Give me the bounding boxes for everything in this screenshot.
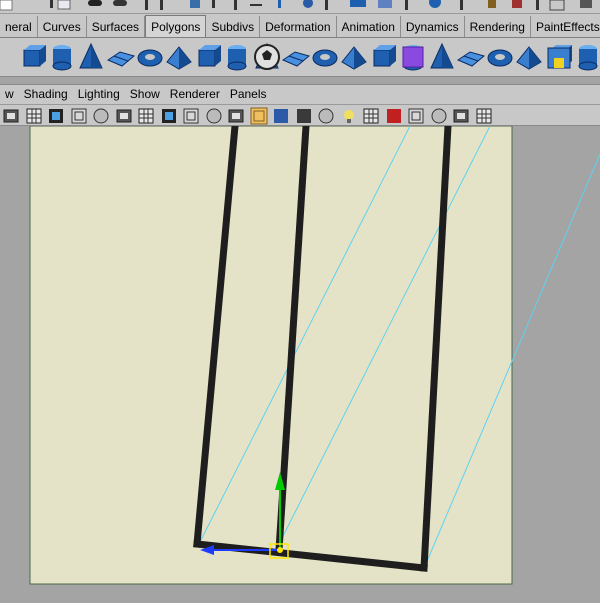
image-plane-icon[interactable]: [70, 107, 88, 125]
grid-icon[interactable]: [92, 107, 110, 125]
panel-menu-panels[interactable]: Panels: [225, 85, 272, 104]
panel-menu-shading[interactable]: Shading: [19, 85, 73, 104]
poly-cone-icon[interactable]: [76, 42, 106, 72]
default-lighting-icon[interactable]: [340, 107, 358, 125]
poly-pyramid-icon[interactable]: [164, 42, 194, 72]
panel-menu-renderer[interactable]: Renderer: [165, 85, 225, 104]
poly-soccer-ball-icon[interactable]: [252, 42, 282, 72]
poly-uv-icon[interactable]: [544, 42, 574, 72]
snapshot-icon[interactable]: [475, 107, 493, 125]
poly-append-icon[interactable]: [456, 42, 486, 72]
top-toolbar-strip[interactable]: [0, 0, 600, 14]
shelf-tab-painteffects[interactable]: PaintEffects: [530, 16, 600, 37]
poly-bevel-icon[interactable]: [398, 42, 428, 72]
grid-toggle-icon[interactable]: [452, 107, 470, 125]
poly-split-icon[interactable]: [485, 42, 515, 72]
wireframe-icon[interactable]: [250, 107, 268, 125]
panel-menu-lighting[interactable]: Lighting: [73, 85, 125, 104]
shelf-tab-rendering[interactable]: Rendering: [464, 16, 531, 37]
perspective-viewport[interactable]: [0, 122, 600, 600]
poly-sculpt-icon[interactable]: [573, 42, 600, 72]
field-chart-icon[interactable]: [182, 107, 200, 125]
poly-plane-icon[interactable]: [106, 42, 136, 72]
safe-title-icon[interactable]: [227, 107, 245, 125]
gate-mask-icon[interactable]: [160, 107, 178, 125]
poly-triangulate-icon[interactable]: [368, 42, 398, 72]
all-lights-icon[interactable]: [362, 107, 380, 125]
poly-separate-icon[interactable]: [310, 42, 340, 72]
shelf-tab-deformation[interactable]: Deformation: [260, 16, 337, 37]
panel-toolbar: [0, 104, 600, 126]
status-line-icons[interactable]: [0, 0, 600, 14]
poly-extrude-icon[interactable]: [427, 42, 457, 72]
shelf-tab-surfaces[interactable]: Surfaces: [86, 16, 146, 37]
poly-pipe-icon[interactable]: [193, 42, 223, 72]
polygons-shelf: [0, 38, 600, 77]
shelf-tab-curves[interactable]: Curves: [37, 16, 87, 37]
poly-combine-icon[interactable]: [281, 42, 311, 72]
select-camera-icon[interactable]: [2, 107, 20, 125]
shelf-tab-animation[interactable]: Animation: [336, 16, 401, 37]
poly-helix-icon[interactable]: [222, 42, 252, 72]
safe-action-icon[interactable]: [205, 107, 223, 125]
shelf-tab-dynamics[interactable]: Dynamics: [400, 16, 465, 37]
poly-torus-icon[interactable]: [135, 42, 165, 72]
panel-menu-bar: w Shading Lighting Show Renderer Panels: [0, 84, 600, 104]
shelf-tab-subdivs[interactable]: Subdivs: [206, 16, 261, 37]
resolution-gate-icon[interactable]: [137, 107, 155, 125]
bookmark-icon[interactable]: [47, 107, 65, 125]
image-plane: [29, 125, 513, 585]
shelf-tab-bar: neral Curves Surfaces Polygons Subdivs Deform…: [0, 14, 600, 38]
poly-cube-icon[interactable]: [18, 42, 48, 72]
poly-cut-faces-icon[interactable]: [514, 42, 544, 72]
shelf-tab-polygons[interactable]: Polygons: [145, 15, 207, 37]
poly-cylinder-icon[interactable]: [47, 42, 77, 72]
flat-shade-icon[interactable]: [295, 107, 313, 125]
camera-attributes-icon[interactable]: [25, 107, 43, 125]
panel-menu-show[interactable]: Show: [125, 85, 165, 104]
isolate-select-icon[interactable]: [407, 107, 425, 125]
poly-smooth-icon[interactable]: [339, 42, 369, 72]
viewport-canvas[interactable]: [0, 122, 600, 600]
panel-menu-w[interactable]: w: [0, 85, 19, 104]
smooth-shade-icon[interactable]: [272, 107, 290, 125]
film-gate-icon[interactable]: [115, 107, 133, 125]
xray-icon[interactable]: [430, 107, 448, 125]
bounding-box-icon[interactable]: [317, 107, 335, 125]
textured-icon[interactable]: [385, 107, 403, 125]
shelf-tab-neral[interactable]: neral: [0, 16, 38, 37]
manip-center-handle[interactable]: [277, 547, 283, 553]
